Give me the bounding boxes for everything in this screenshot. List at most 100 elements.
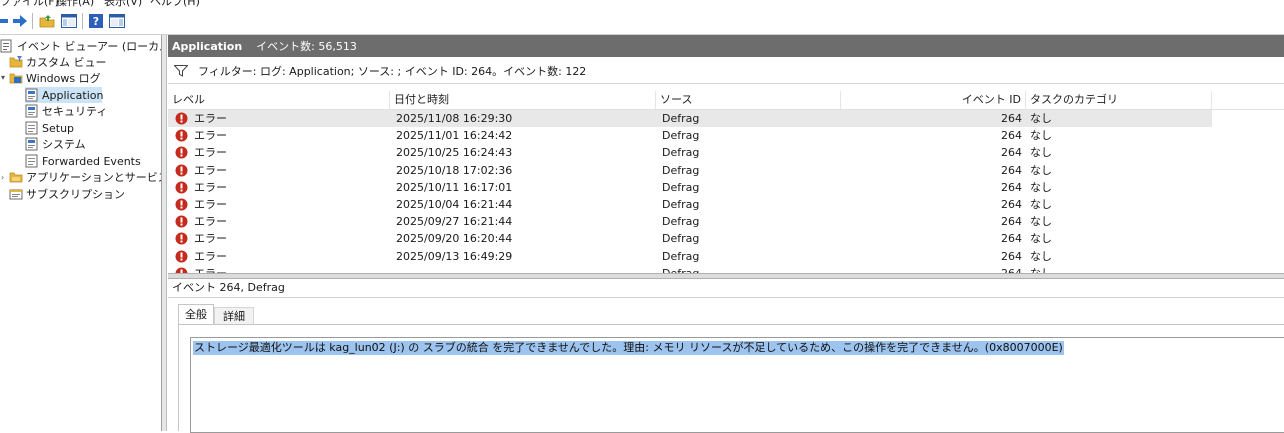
column-header-datetime[interactable]: 日付と時刻 — [390, 91, 656, 109]
column-header-task-category[interactable]: タスクのカテゴリ — [1026, 91, 1212, 109]
cell-task-category: なし — [1030, 215, 1052, 229]
cell-source: Defrag — [662, 198, 700, 211]
table-row[interactable]: エラー 2025/09/20 16:20:44 Defrag 264 なし — [168, 230, 1284, 247]
filter-funnel-icon — [174, 65, 188, 77]
main-pane: Application イベント数: 56,513 フィルター: ログ: App… — [168, 35, 1284, 433]
cell-datetime: 2025/10/25 16:24:43 — [396, 146, 513, 160]
tree-splitter[interactable] — [162, 35, 167, 431]
event-viewer-icon — [0, 39, 12, 53]
cell-task-category: なし — [1030, 129, 1052, 143]
cell-task-category: なし — [1030, 232, 1052, 246]
menu-file[interactable]: ファイル(F) — [0, 0, 59, 8]
cell-task-category: なし — [1030, 146, 1052, 160]
toolbar-separator — [82, 13, 83, 29]
cell-event-id: 264 — [1001, 146, 1022, 160]
cell-task-category: なし — [1030, 265, 1052, 273]
event-list: エラー 2025/11/08 16:29:30 Defrag 264 なし エラー 2025… — [168, 110, 1284, 273]
tree-item-label: イベント ビューアー (ローカル) — [17, 40, 162, 53]
toolbar-separator — [32, 13, 33, 29]
tree-item-subscriptions[interactable]: サブスクリプション — [9, 186, 125, 202]
tree-item-label: システム — [42, 138, 86, 151]
cell-source: Defrag — [662, 180, 700, 194]
cell-level: エラー — [194, 232, 227, 246]
error-icon — [175, 250, 188, 263]
toolbar: ? — [0, 8, 1284, 34]
cell-datetime: 2025/10/11 16:17:01 — [396, 180, 513, 194]
tab-general[interactable]: 全般 — [178, 304, 214, 326]
tree-item-windows-logs[interactable]: Windows ログ — [9, 70, 101, 86]
tree-item-system[interactable]: システム — [25, 136, 86, 152]
table-row[interactable]: エラー 2025/11/01 16:24:42 Defrag 264 なし — [168, 127, 1284, 144]
cell-event-id: 264 — [1001, 249, 1022, 263]
table-row[interactable]: エラー 2025/10/18 17:02:36 Defrag 264 なし — [168, 162, 1284, 179]
cell-level: エラー — [194, 129, 227, 143]
cell-datetime: 2025/11/01 16:24:42 — [396, 129, 513, 143]
log-icon — [25, 88, 38, 102]
tree-item-event-viewer[interactable]: イベント ビューアー (ローカル) — [0, 38, 162, 54]
cell-datetime: 2025/10/04 16:21:44 — [396, 198, 513, 211]
collapsed-arrow-icon[interactable]: › — [1, 173, 4, 182]
menu-help[interactable]: ヘルプ(H) — [150, 0, 200, 8]
tree-item-apps-services-logs[interactable]: アプリケーションとサービス ログ — [9, 169, 161, 185]
help-icon[interactable]: ? — [88, 12, 104, 30]
error-icon — [175, 215, 188, 228]
cell-event-id: 264 — [1001, 232, 1022, 246]
event-message-box[interactable]: ストレージ最適化ツールは kag_lun02 (J:) の スラブの統合 を完了… — [190, 337, 1284, 433]
cell-level: エラー — [194, 249, 227, 263]
subscription-icon — [9, 189, 23, 200]
tab-details[interactable]: 詳細 — [214, 307, 254, 325]
log-icon — [25, 104, 38, 118]
tree-item-label: セキュリティ — [42, 105, 108, 118]
cell-task-category: なし — [1030, 180, 1052, 194]
cell-task-category: なし — [1030, 163, 1052, 177]
table-row[interactable]: エラー 2025/10/11 16:17:01 Defrag 264 なし — [168, 179, 1284, 196]
error-icon — [175, 129, 188, 142]
cell-datetime: 2025/11/08 16:29:30 — [396, 112, 513, 125]
cell-event-id: 264 — [1001, 198, 1022, 211]
cell-source: Defrag — [662, 146, 700, 160]
column-header-row: レベル 日付と時刻 ソース イベント ID タスクのカテゴリ — [168, 91, 1284, 110]
cell-task-category: なし — [1030, 198, 1052, 211]
folder-icon — [9, 172, 23, 183]
tree-item-forwarded-events[interactable]: Forwarded Events — [25, 153, 141, 169]
error-icon — [175, 112, 188, 125]
tree-item-label: Forwarded Events — [42, 154, 141, 168]
menu-view[interactable]: 表示(V) — [104, 0, 142, 8]
table-row[interactable]: エラー Defrag 264 なし — [168, 265, 1284, 273]
error-icon — [175, 181, 188, 194]
properties-pane-icon[interactable] — [108, 12, 126, 30]
cell-event-id: 264 — [1001, 163, 1022, 177]
menu-action[interactable]: 操作(A) — [56, 0, 94, 8]
cell-source: Defrag — [662, 112, 700, 125]
column-header-event-id[interactable]: イベント ID — [841, 91, 1026, 109]
table-row[interactable]: エラー 2025/10/04 16:21:44 Defrag 264 なし — [168, 196, 1284, 213]
tab-panel-general: ストレージ最適化ツールは kag_lun02 (J:) の スラブの統合 を完了… — [178, 325, 1284, 433]
show-hide-tree-icon[interactable] — [60, 12, 78, 30]
tree-item-application[interactable]: Application — [25, 87, 104, 103]
log-icon — [25, 121, 38, 135]
event-message-text: ストレージ最適化ツールは kag_lun02 (J:) の スラブの統合 を完了… — [193, 341, 1064, 355]
cell-source: Defrag — [662, 163, 700, 177]
forward-arrow-icon[interactable] — [12, 12, 28, 30]
tree-item-security[interactable]: セキュリティ — [25, 103, 107, 119]
svg-text:?: ? — [93, 15, 99, 28]
cell-source: Defrag — [662, 265, 699, 273]
table-row[interactable]: エラー 2025/11/08 16:29:30 Defrag 264 なし — [168, 110, 1284, 127]
error-icon — [175, 164, 188, 177]
table-row[interactable]: エラー 2025/09/13 16:49:29 Defrag 264 なし — [168, 248, 1284, 265]
tree-item-label: カスタム ビュー — [26, 56, 107, 69]
column-header-level[interactable]: レベル — [168, 91, 390, 109]
tree-item-setup[interactable]: Setup — [25, 120, 74, 136]
column-header-source[interactable]: ソース — [656, 91, 841, 109]
cell-source: Defrag — [662, 232, 700, 246]
table-row[interactable]: エラー 2025/09/27 16:21:44 Defrag 264 なし — [168, 213, 1284, 230]
tree-item-custom-views[interactable]: カスタム ビュー — [9, 54, 107, 70]
cell-level: エラー — [194, 163, 227, 177]
back-arrow-icon[interactable] — [0, 12, 8, 30]
up-folder-icon[interactable] — [38, 12, 56, 30]
filter-bar: フィルター: ログ: Application; ソース: ; イベント ID: … — [168, 59, 1284, 84]
expand-arrow-icon[interactable]: ▾ — [1, 73, 5, 82]
tree-item-label: Application — [42, 88, 104, 102]
log-icon — [25, 137, 38, 151]
table-row[interactable]: エラー 2025/10/25 16:24:43 Defrag 264 なし — [168, 144, 1284, 161]
